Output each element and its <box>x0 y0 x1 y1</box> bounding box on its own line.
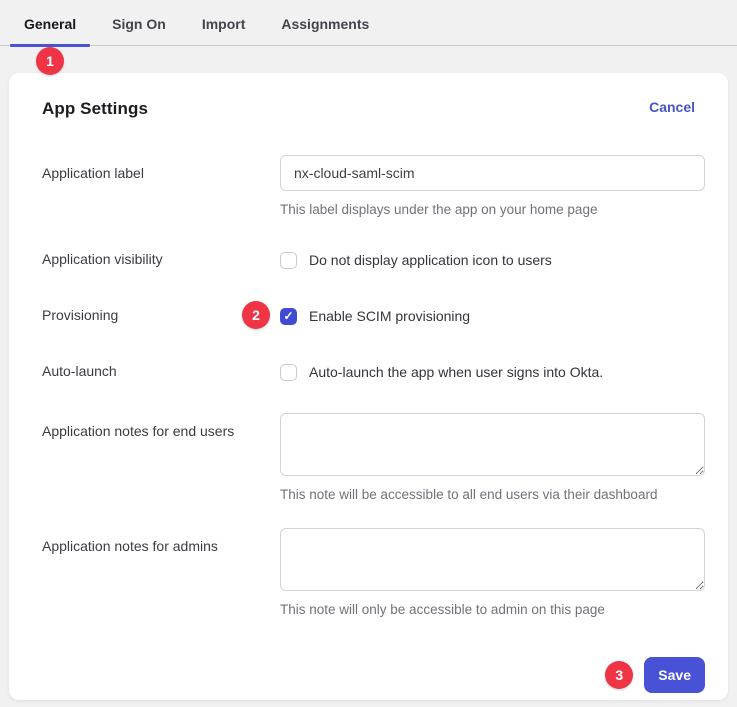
application-label-label: Application label <box>42 155 280 181</box>
notes-end-users-label: Application notes for end users <box>42 413 280 439</box>
tab-sign-on[interactable]: Sign On <box>98 3 180 45</box>
app-settings-panel: App Settings Cancel Application label Th… <box>9 73 728 700</box>
step-2-badge: 2 <box>242 301 270 329</box>
tab-assignments[interactable]: Assignments <box>267 3 383 45</box>
enable-scim-provisioning-checkbox[interactable] <box>280 308 297 325</box>
notes-end-users-row: Application notes for end users This not… <box>33 413 705 502</box>
panel-footer: 3 Save <box>33 644 705 693</box>
provisioning-row: Provisioning 2 Enable SCIM provisioning <box>33 306 705 326</box>
application-label-helper: This label displays under the app on you… <box>280 202 705 217</box>
tab-general[interactable]: General <box>10 3 90 45</box>
auto-launch-label: Auto-launch <box>42 362 280 379</box>
auto-launch-checkbox-label[interactable]: Auto-launch the app when user signs into… <box>309 364 603 380</box>
application-visibility-checkbox-label[interactable]: Do not display application icon to users <box>309 252 552 268</box>
application-label-row: Application label This label displays un… <box>33 155 705 217</box>
step-3-badge: 3 <box>605 661 633 689</box>
application-visibility-row: Application visibility Do not display ap… <box>33 250 705 270</box>
auto-launch-checkbox[interactable] <box>280 364 297 381</box>
notes-admins-label: Application notes for admins <box>42 528 280 554</box>
notes-end-users-textarea[interactable] <box>280 413 705 476</box>
auto-launch-row: Auto-launch Auto-launch the app when use… <box>33 362 705 382</box>
step-1-badge: 1 <box>36 47 64 75</box>
notes-admins-textarea[interactable] <box>280 528 705 591</box>
notes-admins-row: Application notes for admins This note w… <box>33 528 705 617</box>
panel-header: App Settings Cancel <box>33 99 705 119</box>
application-visibility-checkbox[interactable] <box>280 252 297 269</box>
app-tab-bar: General Sign On Import Assignments <box>0 0 737 46</box>
application-label-input[interactable] <box>280 155 705 191</box>
notes-end-users-helper: This note will be accessible to all end … <box>280 487 705 502</box>
application-visibility-label: Application visibility <box>42 250 280 267</box>
notes-admins-helper: This note will only be accessible to adm… <box>280 602 705 617</box>
panel-title: App Settings <box>33 99 148 119</box>
cancel-button[interactable]: Cancel <box>649 99 705 115</box>
tab-import[interactable]: Import <box>188 3 260 45</box>
enable-scim-provisioning-checkbox-label[interactable]: Enable SCIM provisioning <box>309 308 470 324</box>
save-button[interactable]: Save <box>644 657 705 693</box>
